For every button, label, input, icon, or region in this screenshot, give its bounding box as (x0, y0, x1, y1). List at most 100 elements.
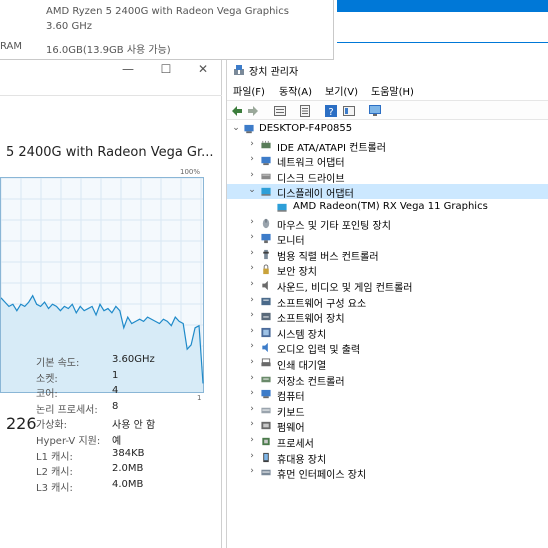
stat-label: Hyper-V 지원: (36, 436, 101, 447)
software-device-icon (261, 313, 271, 321)
monitor-scan-icon[interactable] (368, 104, 382, 118)
chevron-right-icon[interactable]: › (247, 357, 257, 367)
tree-item[interactable]: › 마우스 및 기타 포인팅 장치 (227, 216, 548, 232)
chevron-right-icon[interactable]: › (247, 295, 257, 305)
chevron-right-icon[interactable]: › (247, 310, 257, 320)
chevron-right-icon[interactable]: › (247, 373, 257, 383)
tree-item[interactable]: ⌄ 디스플레이 어댑터 (227, 184, 548, 201)
chevron-right-icon[interactable]: › (247, 279, 257, 289)
tree-item[interactable]: › IDE ATA/ATAPI 컨트롤러 (227, 138, 548, 154)
chevron-right-icon[interactable]: › (247, 154, 257, 164)
tree-root[interactable]: ⌄ DESKTOP-F4P0855 (227, 122, 548, 137)
monitor-icon (261, 234, 271, 244)
tree-item[interactable]: › 키보드 (227, 403, 548, 419)
help-icon[interactable]: ? (324, 104, 338, 118)
stat-value: 예 (112, 436, 122, 447)
tree-item[interactable]: › 모니터 (227, 231, 548, 247)
tree-item[interactable]: › 사운드, 비디오 및 게임 컨트롤러 (227, 278, 548, 294)
tree-item[interactable]: › 범용 직렬 버스 컨트롤러 (227, 247, 548, 263)
tree-item-label: 보안 장치 (277, 267, 317, 279)
stat-value: 3.60GHz (112, 354, 155, 365)
tree-item[interactable]: › 소프트웨어 구성 요소 (227, 294, 548, 310)
back-icon[interactable] (230, 104, 244, 118)
cpu-model-value: AMD Ryzen 5 2400G with Radeon Vega Graph… (46, 6, 289, 17)
menu-view[interactable]: 보기(V) (325, 83, 358, 98)
menu-action[interactable]: 동작(A) (279, 83, 312, 98)
stat-value: 4 (112, 385, 119, 397)
menu-file[interactable]: 파일(F) (233, 83, 265, 98)
list-icon[interactable] (298, 104, 312, 118)
tree-item-label: AMD Radeon(TM) RX Vega 11 Graphics (293, 201, 488, 212)
tree-item[interactable]: › 휴먼 인터페이스 장치 (227, 465, 548, 481)
tree-item[interactable]: › 네트워크 어댑터 (227, 153, 548, 169)
view-icon[interactable] (342, 104, 356, 118)
tree-item-label: 소프트웨어 구성 요소 (277, 298, 367, 310)
close-button[interactable]: ✕ (195, 62, 211, 76)
chevron-right-icon[interactable]: › (247, 341, 257, 351)
chevron-down-icon[interactable]: ⌄ (231, 123, 241, 133)
tree-child-item[interactable]: AMD Radeon(TM) RX Vega 11 Graphics (227, 200, 548, 215)
device-tree: ⌄ DESKTOP-F4P0855 › IDE ATA/ATAPI 컨트롤러 › 네트워크… (227, 122, 548, 548)
properties-icon[interactable] (273, 104, 287, 118)
print-queue-icon (261, 358, 271, 367)
tree-item[interactable]: › 소프트웨어 장치 (227, 309, 548, 325)
chevron-right-icon[interactable]: › (247, 404, 257, 414)
chevron-right-icon[interactable]: › (247, 263, 257, 273)
chevron-right-icon[interactable]: › (247, 232, 257, 242)
device-manager-icon (234, 65, 244, 75)
tree-item[interactable]: › 펌웨어 (227, 418, 548, 435)
usb-controller-icon (263, 249, 269, 259)
tree-item[interactable]: › 프로세서 (227, 434, 548, 450)
tree-item-label: 프로세서 (277, 439, 314, 450)
tree-item[interactable]: › 보안 장치 (227, 262, 548, 279)
tree-item[interactable]: › 시스템 장치 (227, 325, 548, 341)
tree-item-label: 오디오 입력 및 출력 (277, 345, 361, 357)
stat-value: 8 (112, 400, 119, 412)
stat-value: 4.0MB (112, 478, 144, 490)
chevron-right-icon[interactable]: › (247, 388, 257, 398)
tree-item[interactable]: › 인쇄 대기열 (227, 356, 548, 372)
system-properties-window: AMD Ryzen 5 2400G with Radeon Vega Graph… (0, 0, 334, 60)
chevron-right-icon[interactable]: › (247, 419, 257, 429)
chevron-down-icon[interactable]: ⌄ (247, 185, 257, 195)
tree-item-label: 디스플레이 어댑터 (277, 189, 354, 201)
firmware-icon (261, 422, 271, 430)
tree-item[interactable]: › 오디오 입력 및 출력 (227, 340, 548, 357)
svg-text:?: ? (328, 107, 333, 118)
device-manager-titlebar: 장치 관리자 (227, 60, 548, 80)
tree-item-label: IDE ATA/ATAPI 컨트롤러 (277, 142, 386, 154)
stat-label: 가상화: (36, 420, 67, 432)
tree-item[interactable]: › 디스크 드라이브 (227, 169, 548, 185)
display-adapter-icon (277, 203, 287, 212)
maximize-button[interactable]: ☐ (158, 62, 174, 76)
tree-item-label: 펌웨어 (277, 423, 305, 435)
tree-item-label: 저장소 컨트롤러 (277, 376, 345, 388)
chevron-right-icon[interactable]: › (247, 217, 257, 227)
menu-help[interactable]: 도움말(H) (371, 83, 414, 98)
display-adapter-icon (261, 188, 271, 197)
forward-icon[interactable] (246, 104, 260, 118)
audio-io-icon (262, 343, 268, 353)
chevron-right-icon[interactable]: › (247, 326, 257, 336)
chevron-right-icon[interactable]: › (247, 139, 257, 149)
tree-item[interactable]: › 저장소 컨트롤러 (227, 372, 548, 388)
tree-item[interactable]: › 컴퓨터 (227, 387, 548, 404)
tree-item-label: 컴퓨터 (277, 392, 305, 404)
security-device-icon (263, 264, 269, 275)
system-device-icon (261, 327, 271, 337)
sound-icon (262, 280, 268, 291)
chevron-right-icon[interactable]: › (247, 248, 257, 258)
chevron-right-icon[interactable]: › (247, 451, 257, 461)
stat-label: L3 캐시: (36, 482, 73, 494)
chevron-right-icon[interactable]: › (247, 466, 257, 476)
mouse-icon (262, 218, 270, 228)
minimize-button[interactable]: — (120, 62, 136, 76)
tree-item-label: 마우스 및 기타 포인팅 장치 (277, 220, 391, 232)
ram-label: RAM (0, 41, 23, 52)
stat-label: 코어: (36, 389, 58, 401)
chevron-right-icon[interactable]: › (247, 170, 257, 180)
disk-drive-icon (261, 173, 271, 180)
chevron-right-icon[interactable]: › (247, 435, 257, 445)
tree-item[interactable]: › 휴대용 장치 (227, 450, 548, 466)
stat-value: 사용 안 함 (112, 420, 156, 432)
